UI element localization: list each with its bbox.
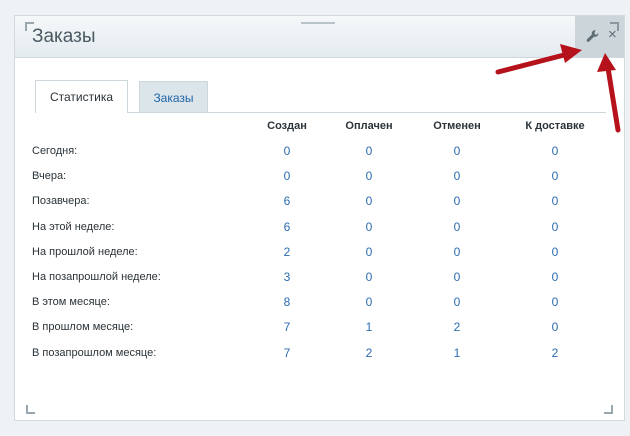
value-created-link[interactable]: 6 <box>267 220 307 234</box>
row-label: Сегодня: <box>32 145 78 157</box>
value-paid-link[interactable]: 0 <box>349 169 389 183</box>
value-paid-link[interactable]: 0 <box>349 295 389 309</box>
value-for-delivery-link[interactable]: 0 <box>535 245 575 259</box>
column-header-paid: Оплачен <box>345 120 393 132</box>
value-cancelled-link[interactable]: 0 <box>437 295 477 309</box>
value-cancelled-link[interactable]: 0 <box>437 169 477 183</box>
column-header-created: Создан <box>267 120 307 132</box>
value-paid-link[interactable]: 0 <box>349 245 389 259</box>
tab-orders[interactable]: Заказы <box>139 81 208 113</box>
orders-statistics-table: Создан Оплачен Отменен К доставке Сегодн… <box>15 16 626 422</box>
value-paid-link[interactable]: 1 <box>349 320 389 334</box>
drag-handle[interactable] <box>301 22 335 24</box>
widget-tools: × <box>575 16 624 57</box>
row-label: Позавчера: <box>32 195 90 207</box>
column-header-cancelled: Отменен <box>433 120 481 132</box>
value-cancelled-link[interactable]: 0 <box>437 270 477 284</box>
widget-title: Заказы <box>32 26 96 47</box>
close-button[interactable]: × <box>606 26 622 44</box>
value-cancelled-link[interactable]: 1 <box>437 346 477 360</box>
row-label: В прошлом месяце: <box>32 321 134 333</box>
value-cancelled-link[interactable]: 0 <box>437 245 477 259</box>
row-label: Вчера: <box>32 170 67 182</box>
value-cancelled-link[interactable]: 2 <box>437 320 477 334</box>
value-for-delivery-link[interactable]: 0 <box>535 169 575 183</box>
value-for-delivery-link[interactable]: 0 <box>535 295 575 309</box>
value-for-delivery-link[interactable]: 0 <box>535 320 575 334</box>
value-for-delivery-link[interactable]: 0 <box>535 220 575 234</box>
column-header-for-delivery: К доставке <box>525 120 585 132</box>
value-paid-link[interactable]: 0 <box>349 144 389 158</box>
value-paid-link[interactable]: 0 <box>349 220 389 234</box>
wrench-icon <box>586 30 599 42</box>
row-label: На прошлой неделе: <box>32 246 138 258</box>
corner-mark-icon <box>26 405 35 414</box>
value-created-link[interactable]: 0 <box>267 169 307 183</box>
close-icon: × <box>608 26 617 43</box>
widget-header[interactable]: Заказы × <box>15 16 624 58</box>
value-paid-link[interactable]: 0 <box>349 270 389 284</box>
value-cancelled-link[interactable]: 0 <box>437 144 477 158</box>
value-created-link[interactable]: 6 <box>267 194 307 208</box>
value-for-delivery-link[interactable]: 2 <box>535 346 575 360</box>
value-created-link[interactable]: 2 <box>267 245 307 259</box>
row-label: В позапрошлом месяце: <box>32 347 157 359</box>
value-for-delivery-link[interactable]: 0 <box>535 144 575 158</box>
orders-widget: Заказы × Статистика Заказы Создан Оплаче… <box>14 15 625 421</box>
value-created-link[interactable]: 0 <box>267 144 307 158</box>
value-created-link[interactable]: 7 <box>267 320 307 334</box>
row-label: На этой неделе: <box>32 221 115 233</box>
value-created-link[interactable]: 7 <box>267 346 307 360</box>
value-created-link[interactable]: 3 <box>267 270 307 284</box>
value-cancelled-link[interactable]: 0 <box>437 220 477 234</box>
row-label: В этом месяце: <box>32 296 110 308</box>
value-for-delivery-link[interactable]: 0 <box>535 270 575 284</box>
value-paid-link[interactable]: 2 <box>349 346 389 360</box>
row-label: На позапрошлой неделе: <box>32 271 161 283</box>
value-paid-link[interactable]: 0 <box>349 194 389 208</box>
value-created-link[interactable]: 8 <box>267 295 307 309</box>
tab-statistics[interactable]: Статистика <box>35 80 128 113</box>
value-cancelled-link[interactable]: 0 <box>437 194 477 208</box>
value-for-delivery-link[interactable]: 0 <box>535 194 575 208</box>
corner-mark-icon <box>604 405 613 414</box>
settings-button[interactable] <box>584 28 600 44</box>
